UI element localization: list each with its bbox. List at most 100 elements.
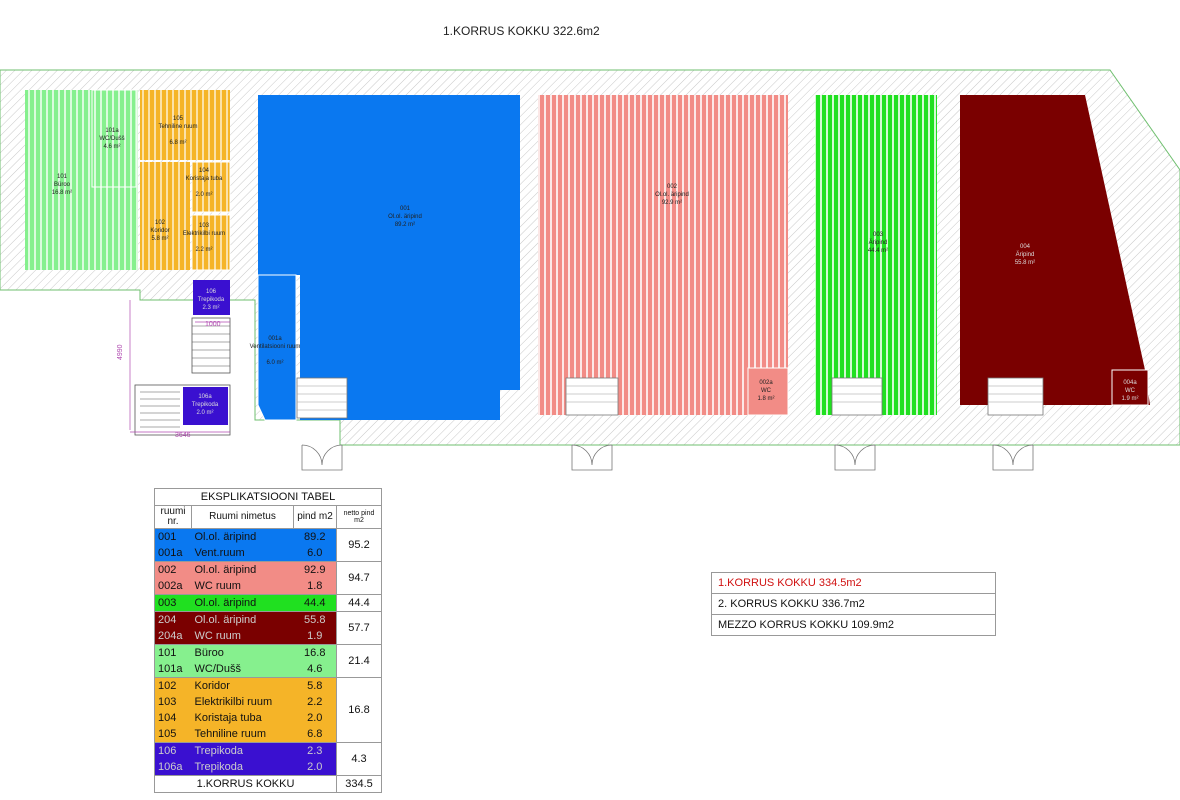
label-101-nr: 101 [57, 174, 68, 180]
label-004a-nr: 004a [1123, 380, 1137, 386]
cell-nr: 101a [154, 661, 192, 678]
label-106-area: 2.3 m² [202, 305, 219, 311]
label-001-area: 89.2 m² [395, 222, 415, 228]
header-netto: netto pind m2 [336, 505, 382, 529]
label-101a-name: WC/Dušš [99, 136, 124, 142]
cell-name: Vent.ruum [191, 545, 294, 562]
cell-pind: 6.8 [293, 726, 337, 743]
cell-netto: 21.4 [336, 644, 382, 678]
label-102-name: Koridor [150, 228, 169, 234]
table-row: 106 Trepikoda 2.3 4.3 [154, 742, 382, 776]
label-105-nr: 105 [173, 116, 184, 122]
label-004a-area: 1.9 m² [1121, 396, 1138, 402]
cell-name: Trepikoda [191, 742, 294, 759]
floor-summary: 1.KORRUS KOKKU 334.5m2 2. KORRUS KOKKU 3… [711, 572, 996, 636]
cell-nr: 003 [154, 594, 192, 612]
summary-line-3: MEZZO KORRUS KOKKU 109.9m2 [718, 619, 895, 631]
label-003-area: 44.4 m² [868, 248, 888, 254]
cell-pind: 92.9 [293, 561, 337, 578]
cell-nr: 101 [154, 644, 192, 661]
label-004a-name: WC [1125, 388, 1136, 394]
door-001 [301, 444, 343, 471]
cell-pind: 44.4 [293, 594, 337, 612]
cell-name: Ol.ol. äripind [191, 561, 294, 578]
cell-nr: 001 [154, 528, 192, 545]
table-row: 002 Ol.ol. äripind 92.9 94.7 [154, 561, 382, 595]
table-row: 003 Ol.ol. äripind 44.4 44.4 [154, 594, 382, 612]
total-value: 334.5 [336, 775, 382, 793]
cell-name: Ol.ol. äripind [191, 528, 294, 545]
floor-plan: 1000 4990 3646 101 Büroo 16.8 m² 101a WC… [0, 69, 1180, 471]
label-101-name: Büroo [54, 182, 71, 188]
cell-name: Büroo [191, 644, 294, 661]
label-002a-name: WC [761, 388, 772, 394]
dimension-3646: 3646 [175, 432, 191, 439]
table-body: 001 Ol.ol. äripind 89.2 95.2 001a Vent.ruum 6.… [154, 528, 382, 776]
cell-netto: 16.8 [336, 677, 382, 743]
cell-pind: 89.2 [293, 528, 337, 545]
cell-nr: 204a [154, 628, 192, 645]
label-106a-area: 2.0 m² [196, 410, 213, 416]
table-row: 102 Koridor 5.8 16.8 [154, 677, 382, 743]
cell-pind: 55.8 [293, 611, 337, 628]
label-101-area: 16.8 m² [52, 190, 72, 196]
header-pind: pind m2 [293, 505, 337, 529]
label-105-area: 6.8 m² [169, 140, 186, 146]
label-104-name: Koristaja tuba [186, 176, 223, 182]
room-103 [191, 214, 231, 271]
cell-name: Elektrikilbi ruum [191, 694, 294, 710]
cell-name: Koridor [191, 677, 294, 694]
cell-netto: 57.7 [336, 611, 382, 645]
cell-name: WC ruum [191, 628, 294, 645]
label-003-name: Äripind [869, 239, 888, 246]
label-002a-nr: 002a [759, 380, 773, 386]
label-106-name: Trepikoda [198, 297, 225, 303]
cell-name: WC/Dušš [191, 661, 294, 678]
room-002 [538, 95, 788, 415]
label-104-area: 2.0 m² [195, 192, 212, 198]
cell-pind: 2.0 [293, 759, 337, 776]
label-001a-name: Ventilatsiooni ruum [250, 344, 301, 350]
cell-name: Ol.ol. äripind [191, 611, 294, 628]
summary-line-2: 2. KORRUS KOKKU 336.7m2 [712, 594, 995, 615]
label-004-nr: 004 [1020, 244, 1031, 250]
cell-nr: 106 [154, 742, 192, 759]
cell-pind: 16.8 [293, 644, 337, 661]
label-106a-name: Trepikoda [192, 402, 219, 408]
label-003-nr: 003 [873, 232, 884, 238]
cell-name: Koristaja tuba [191, 710, 294, 726]
label-103-nr: 103 [199, 223, 210, 229]
table-row: 101 Büroo 16.8 21.4 [154, 644, 382, 678]
label-103-name: Elektrikilbi ruum [183, 231, 225, 237]
cell-pind: 6.0 [293, 545, 337, 562]
label-004-name: Äripind [1016, 251, 1035, 258]
cell-pind: 2.2 [293, 694, 337, 710]
label-002-nr: 002 [667, 184, 678, 190]
label-101a-area: 4.6 m² [103, 144, 120, 150]
label-002-name: Ol.ol. äripind [655, 192, 689, 198]
door-004 [992, 444, 1034, 471]
cell-nr: 106a [154, 759, 192, 776]
entrance-stair-001 [296, 377, 348, 419]
table-row: 204 Ol.ol. äripind 55.8 57.7 [154, 611, 382, 645]
cell-pind: 1.9 [293, 628, 337, 645]
label-105-name: Tehniline ruum [158, 124, 197, 130]
summary-line-1: 1.KORRUS KOKKU 334.5m2 [712, 573, 995, 594]
table-title: EKSPLIKATSIOONI TABEL [154, 488, 382, 506]
cell-pind: 2.3 [293, 742, 337, 759]
cell-netto: 95.2 [336, 528, 382, 562]
cell-nr: 103 [154, 694, 192, 710]
label-002-area: 92.9 m² [662, 200, 682, 206]
cell-name: WC ruum [191, 578, 294, 595]
cell-pind: 1.8 [293, 578, 337, 595]
dimension-4990: 4990 [117, 344, 124, 360]
label-001a-nr: 001a [268, 336, 282, 342]
dimension-1000: 1000 [205, 321, 221, 328]
cell-nr: 104 [154, 710, 192, 726]
cell-nr: 002a [154, 578, 192, 595]
label-101a-nr: 101a [105, 128, 119, 134]
label-106-nr: 106 [206, 289, 217, 295]
cell-name: Trepikoda [191, 759, 294, 776]
cell-pind: 5.8 [293, 677, 337, 694]
room-102 [140, 162, 190, 270]
